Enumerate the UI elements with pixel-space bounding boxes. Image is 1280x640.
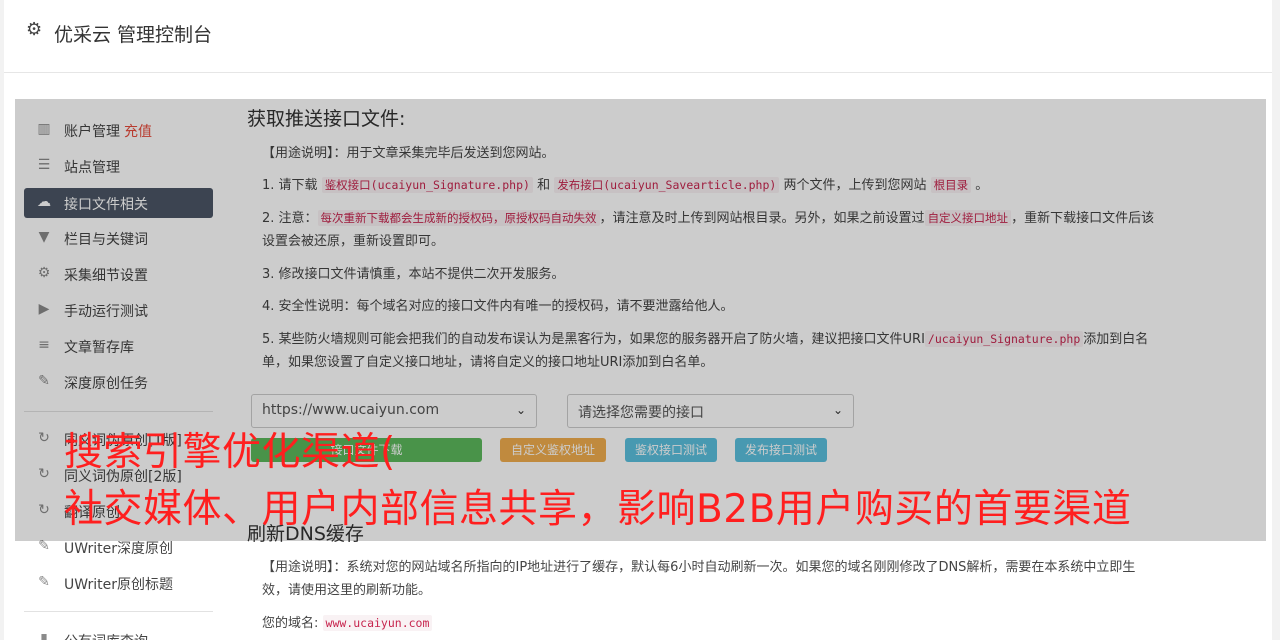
book-icon: ▮: [40, 631, 48, 640]
sidebar-item-label: UWriter原创标题: [64, 577, 173, 593]
overlay-text-line2: 社交媒体、用户内部信息共享，影响B2B用户购买的首要渠道: [64, 487, 1132, 532]
overlay-text-line1: 搜索引擎优化渠道(: [64, 430, 396, 475]
sidebar-item-public-lexicon[interactable]: ▮ 公有词库查询: [24, 625, 213, 640]
domain-label: 您的域名:: [262, 616, 319, 631]
top-bar: ⚙ 优采云 管理控制台: [4, 0, 1272, 73]
dns-usage-note: 【用途说明】：系统对您的网站域名所指向的IP地址进行了缓存，默认每6小时自动刷新…: [262, 560, 1136, 598]
sidebar-item-label: UWriter深度原创: [64, 541, 173, 557]
edit-icon: ✎: [38, 574, 50, 590]
gear-icon[interactable]: ⚙: [26, 20, 46, 40]
domain-row: 您的域名: www.ucaiyun.com: [262, 612, 1152, 635]
nav-divider: [24, 611, 213, 612]
sidebar-item-label: 公有词库查询: [64, 631, 148, 640]
app-title: 优采云 管理控制台: [54, 24, 213, 46]
domain-value: www.ucaiyun.com: [322, 615, 433, 631]
sidebar-item-uwriter-title[interactable]: ✎ UWriter原创标题: [24, 568, 213, 598]
